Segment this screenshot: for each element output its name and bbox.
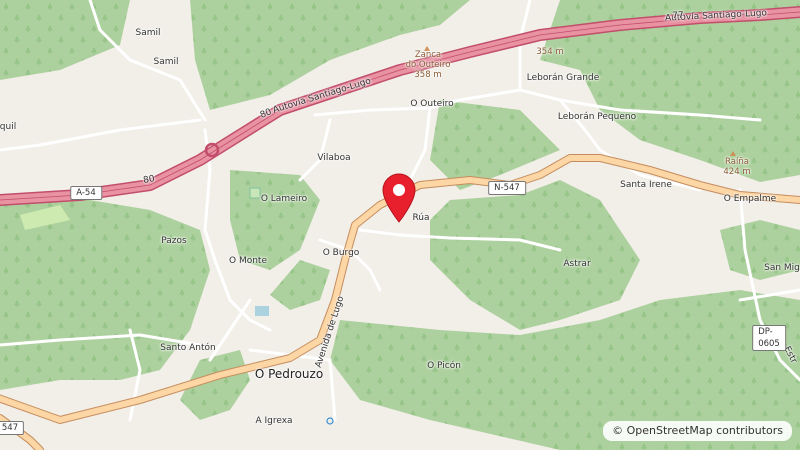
peak-name: do Outeiro [405, 60, 451, 70]
place-label-o-outeiro: O Outeiro [410, 99, 454, 109]
place-label-samil: Samil [135, 28, 161, 38]
road-number: 77 [672, 10, 684, 22]
map-pin-icon[interactable] [379, 172, 419, 224]
place-label-san-mig: San Mig [764, 263, 800, 273]
map-attribution[interactable]: © OpenStreetMap contributors [603, 421, 792, 441]
road-shield-547: 547 [0, 421, 25, 435]
place-label-o-monte: O Monte [229, 256, 267, 266]
place-label-samil: Samil [153, 57, 179, 67]
peak-label-zanca: Zanca do Outeiro 358 m [406, 50, 451, 80]
park-area [249, 187, 261, 199]
map-base-layer [0, 0, 800, 450]
place-label-astrar: Astrar [563, 259, 591, 269]
road-shield-dp0605: DP-0605 [752, 325, 786, 351]
peak-elevation: 358 m [414, 70, 442, 80]
map-view[interactable]: Samil Samil quil Vilaboa O Lameiro Pazos… [0, 0, 800, 450]
place-label-leboran-grande: Leborán Grande [526, 73, 600, 83]
place-label-o-pedrouzo: O Pedrouzo [254, 367, 324, 381]
road-shield-n547: N-547 [488, 181, 526, 195]
pool-area [255, 306, 269, 316]
road-shield-a54: A-54 [70, 186, 102, 200]
place-label-a-igrexa: A Igrexa [255, 416, 293, 426]
place-label-pazos: Pazos [161, 236, 187, 246]
place-label-o-picon: O Picón [427, 361, 461, 371]
peak-elevation: 354 m [536, 47, 564, 57]
peak-label-raina: Raíña 424 m [723, 157, 750, 177]
peak-elevation: 424 m [723, 167, 751, 177]
place-label-leboran-pequeno: Leborán Pequeno [557, 112, 637, 122]
place-label-vilaboa: Vilaboa [317, 153, 351, 163]
place-label-o-burgo: O Burgo [322, 248, 360, 258]
peak-name: Raíña [725, 157, 749, 167]
place-label-edge: quil [0, 122, 17, 132]
place-label-o-empalme: O Empalme [723, 194, 777, 204]
place-label-o-lameiro: O Lameiro [260, 194, 308, 204]
peak-name: Zanca [414, 50, 442, 60]
place-label-santo-anton: Santo Antón [160, 343, 216, 353]
road-number: 80 [142, 174, 156, 186]
place-label-santa-irene: Santa Irene [620, 180, 672, 190]
